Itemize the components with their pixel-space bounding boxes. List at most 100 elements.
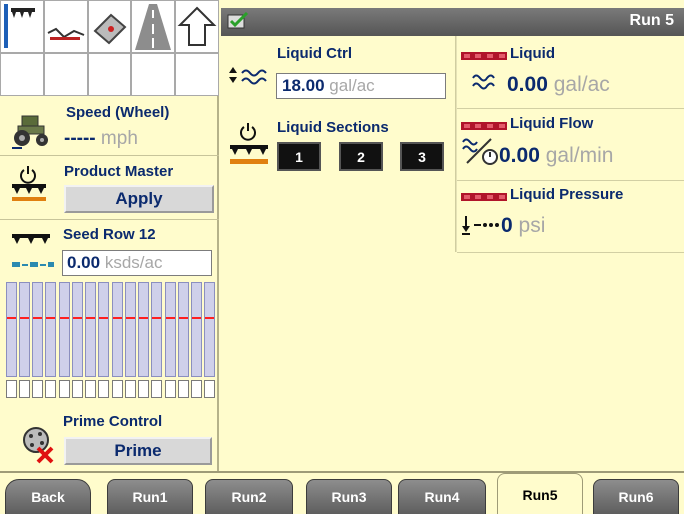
row-bar (45, 282, 56, 377)
tab-run4[interactable]: Run4 (398, 479, 486, 514)
road-guidance-icon[interactable] (131, 0, 176, 53)
row-bar (151, 282, 162, 377)
pressure-gauge-icon (461, 214, 505, 241)
section-1-button[interactable]: 1 (277, 142, 321, 171)
prime-control-title: Prime Control (63, 413, 163, 430)
empty-shortcut-cell[interactable] (131, 53, 176, 96)
row-base (165, 380, 176, 398)
shortcut-icon-grid (0, 0, 219, 96)
row-bar (191, 282, 202, 377)
row-bar (165, 282, 176, 377)
liquid-ctrl-module: Liquid Ctrl 18.00 gal/ac (228, 43, 454, 101)
row-bar (6, 282, 17, 377)
empty-shortcut-cell[interactable] (0, 53, 44, 96)
target-line (179, 317, 188, 319)
row-bar (98, 282, 109, 377)
implement-icon[interactable] (87, 0, 132, 53)
row-base (138, 380, 149, 398)
liquid-flow-readout: 0.00 gal/min (499, 144, 613, 168)
row-base (85, 380, 96, 398)
target-line (139, 317, 148, 319)
tab-run6[interactable]: Run6 (593, 479, 679, 514)
liquid-rate-value: 18.00 (282, 76, 325, 95)
speed-module: Speed (Wheel) ----- mph (0, 100, 219, 156)
row-base (191, 380, 202, 398)
row-unit-icon[interactable] (0, 0, 44, 53)
seed-rate-unit: ksds/ac (104, 253, 163, 272)
row-base (59, 380, 70, 398)
row-base (32, 380, 43, 398)
tank-icon (461, 49, 507, 67)
empty-shortcut-cell[interactable] (43, 53, 88, 96)
power-icon (8, 164, 52, 213)
liquid-pressure-readout: 0 psi (501, 214, 545, 238)
speed-title: Speed (Wheel) (66, 104, 170, 121)
seed-row-title: Seed Row 12 (63, 226, 156, 243)
tab-run5[interactable]: Run5 (497, 473, 583, 514)
empty-shortcut-cell[interactable] (175, 53, 219, 96)
run-header-bar: Run 5 (221, 8, 684, 36)
speed-unit: mph (100, 128, 138, 149)
run-screen: Speed (Wheel) ----- mph Product Master A… (0, 0, 684, 514)
liquid-pressure-module: Liquid Pressure 0 psi (457, 184, 684, 252)
tab-run1[interactable]: Run1 (107, 479, 193, 514)
liquid-rate-unit: gal/ac (329, 76, 375, 95)
target-line (152, 317, 161, 319)
row-population-graph (6, 282, 215, 400)
row-group (165, 282, 215, 400)
row-base (125, 380, 136, 398)
liquid-sections-title: Liquid Sections (277, 119, 389, 136)
row-bar (204, 282, 215, 377)
flow-meter-icon (461, 135, 499, 170)
row-group (6, 282, 56, 400)
tab-run2[interactable]: Run2 (205, 479, 293, 514)
row-bar (72, 282, 83, 377)
liquid-value: 0.00 (507, 73, 548, 96)
seed-row-module: Seed Row 12 0.00 ksds/ac (0, 222, 219, 278)
run-tab-bar: Back Run1 Run2 Run3 Run4 Run5 Run6 (0, 471, 684, 514)
target-line (86, 317, 95, 319)
target-line (166, 317, 175, 319)
field-boundary-icon[interactable] (43, 0, 88, 53)
target-line (33, 317, 42, 319)
product-master-module: Product Master Apply (0, 158, 219, 220)
liquid-title: Liquid (510, 45, 555, 62)
liquid-ctrl-title: Liquid Ctrl (277, 45, 352, 62)
seed-rate-value: 0.00 (67, 253, 101, 272)
section-2-button[interactable]: 2 (339, 142, 383, 171)
row-group (112, 282, 162, 400)
seed-row-icon (10, 228, 56, 273)
up-arrow-icon[interactable] (175, 0, 219, 53)
liquid-rate-field[interactable]: 18.00 gal/ac (276, 73, 446, 99)
target-line (73, 317, 82, 319)
row-bar (178, 282, 189, 377)
liquid-pressure-unit: psi (518, 214, 546, 237)
target-line (99, 317, 108, 319)
liquid-flow-unit: gal/min (545, 144, 614, 167)
row-base (151, 380, 162, 398)
target-line (46, 317, 55, 319)
liquid-module: Liquid 0.00 gal/ac (457, 43, 684, 107)
tractor-icon (10, 110, 52, 155)
checkbox-icon[interactable] (227, 11, 249, 35)
liquid-rate-icon (228, 63, 274, 94)
row-base (178, 380, 189, 398)
apply-button[interactable]: Apply (64, 185, 214, 213)
section-3-button[interactable]: 3 (400, 142, 444, 171)
section-power-icon (228, 121, 272, 176)
divider (457, 252, 684, 253)
target-line (20, 317, 29, 319)
row-bar (125, 282, 136, 377)
product-master-title: Product Master (64, 163, 174, 180)
run-title: Run 5 (629, 12, 674, 29)
left-panel: Speed (Wheel) ----- mph Product Master A… (0, 0, 219, 471)
row-base (45, 380, 56, 398)
prime-button[interactable]: Prime (64, 437, 212, 465)
tab-run3[interactable]: Run3 (306, 479, 392, 514)
target-line (113, 317, 122, 319)
row-base (72, 380, 83, 398)
empty-shortcut-cell[interactable] (87, 53, 132, 96)
seed-rate-field[interactable]: 0.00 ksds/ac (62, 250, 212, 276)
back-button[interactable]: Back (5, 479, 91, 514)
liquid-unit: gal/ac (553, 73, 610, 96)
